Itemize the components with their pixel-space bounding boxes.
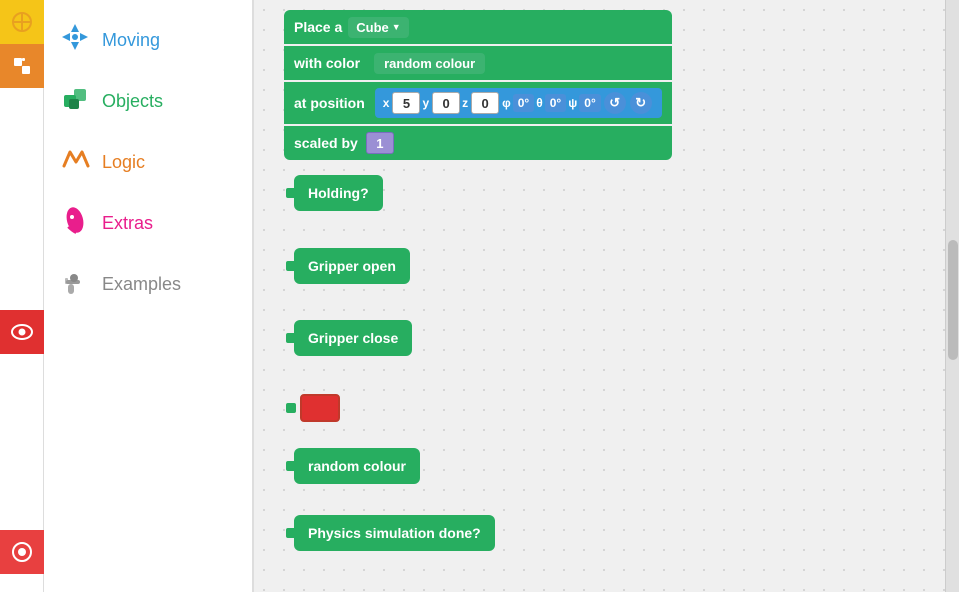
random-colour-pill[interactable]: random colour [374,53,485,74]
objects-label: Objects [102,91,163,112]
y-input[interactable]: 0 [432,92,460,114]
moving-icon [60,22,90,59]
scale-input[interactable]: 1 [366,132,394,154]
place-row3: at position x 5 y 0 z 0 φ 0° θ 0° ψ 0° ↺… [284,82,672,124]
swatch-notch [286,403,296,413]
theta-label: θ [536,96,543,110]
logic-icon [60,144,90,181]
z-label: z [462,96,468,110]
random-colour-block[interactable]: random colour [294,448,420,484]
place-cube-block[interactable]: Place a Cube with color random colour at… [284,10,672,162]
scaled-by-label: scaled by [294,135,358,151]
x-label: x [383,96,390,110]
sidebar-btn-yellow[interactable] [0,0,44,44]
place-row2: with color random colour [284,46,672,80]
sidebar-item-moving[interactable]: Moving [44,10,252,71]
physics-notch [286,528,296,538]
gripper-close-notch [286,333,296,343]
coords-container: x 5 y 0 z 0 φ 0° θ 0° ψ 0° ↺ ↻ [375,88,662,118]
sidebar-item-logic[interactable]: Logic [44,132,252,193]
at-position-label: at position [294,95,365,111]
gripper-close-block[interactable]: Gripper close [294,320,412,356]
holding-notch [286,188,296,198]
holding-label: Holding? [308,185,369,201]
place-row1: Place a Cube [284,10,672,44]
rotate-ccw-btn[interactable]: ↺ [604,92,626,114]
place-prefix: Place a [294,19,342,35]
place-row4: scaled by 1 [284,126,672,160]
sidebar [0,0,44,592]
phi-input[interactable]: 0° [513,94,534,112]
extras-icon [60,205,90,242]
objects-icon [60,83,90,120]
examples-label: Examples [102,274,181,295]
gripper-open-notch [286,261,296,271]
logic-label: Logic [102,152,145,173]
gripper-close-label: Gripper close [308,330,398,346]
cube-dropdown[interactable]: Cube [348,17,408,38]
phi-label: φ [502,96,511,110]
x-input[interactable]: 5 [392,92,420,114]
examples-icon [60,266,90,303]
psi-label: ψ [568,96,577,110]
z-input[interactable]: 0 [471,92,499,114]
sidebar-item-examples[interactable]: Examples [44,254,252,315]
nav-panel: Moving Objects Logic Extras [44,0,254,592]
moving-label: Moving [102,30,160,51]
sidebar-item-objects[interactable]: Objects [44,71,252,132]
scrollbar-thumb[interactable] [948,240,958,360]
workspace: Place a Cube with color random colour at… [254,0,945,592]
physics-done-label: Physics simulation done? [308,525,481,541]
scrollbar[interactable] [945,0,959,592]
sidebar-btn-eye[interactable] [0,310,44,354]
color-swatch-block[interactable] [286,394,340,422]
y-label: y [422,96,429,110]
extras-label: Extras [102,213,153,234]
random-colour-notch [286,461,296,471]
sidebar-btn-orange[interactable] [0,44,44,88]
with-color-label: with color [294,55,360,71]
color-swatch-red[interactable] [300,394,340,422]
holding-block[interactable]: Holding? [294,175,383,211]
psi-input[interactable]: 0° [579,94,600,112]
physics-done-block[interactable]: Physics simulation done? [294,515,495,551]
rotate-cw-btn[interactable]: ↻ [630,92,652,114]
theta-input[interactable]: 0° [545,94,566,112]
random-colour-label: random colour [308,458,406,474]
sidebar-btn-bottom[interactable] [0,530,44,574]
gripper-open-block[interactable]: Gripper open [294,248,410,284]
sidebar-item-extras[interactable]: Extras [44,193,252,254]
gripper-open-label: Gripper open [308,258,396,274]
